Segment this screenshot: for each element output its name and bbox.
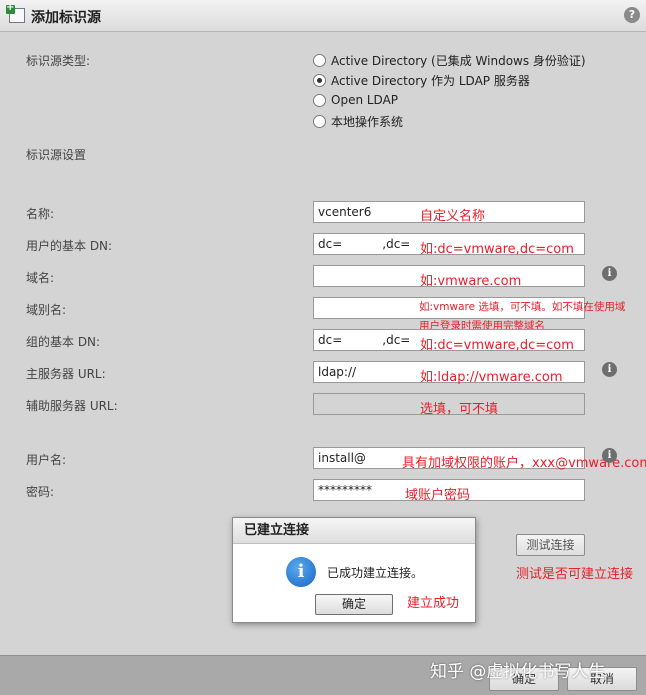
annotation-name: 自定义名称 [420, 209, 486, 224]
annotation-alias-line1: 如:vmware 选填，可不填。如不填在使用域 [419, 301, 626, 313]
redacted-block [318, 272, 384, 285]
watermark: 知乎 @虚拟化书写人生 [430, 662, 606, 682]
dialog-ok-button[interactable]: 确定 [315, 594, 393, 615]
radio-open-ldap[interactable]: Open LDAP [313, 92, 398, 108]
radio-label: Active Directory (已集成 Windows 身份验证) [331, 53, 586, 68]
radio-local-os[interactable]: 本地操作系统 [313, 113, 403, 129]
add-identity-source-icon [6, 2, 25, 23]
annotation-test: 测试是否可建立连接 [516, 567, 634, 582]
annotation-password: 域账户密码 [405, 488, 471, 503]
alias-label: 域别名: [26, 303, 67, 317]
redacted-block [356, 366, 411, 379]
annotation-primary-url: 如:ldap://vmware.com [420, 370, 563, 385]
radio-label: Open LDAP [331, 93, 399, 107]
info-icon: i [286, 557, 316, 587]
primary-url-prefix: ldap:// [318, 365, 357, 379]
redacted-block [342, 238, 383, 251]
redacted-block [365, 452, 406, 465]
source-type-label: 标识源类型: [26, 54, 91, 68]
radio-button-checked[interactable] [313, 73, 326, 87]
domain-info-icon[interactable]: i [602, 266, 617, 281]
source-settings-label: 标识源设置 [26, 148, 87, 162]
annotation-dialog: 建立成功 [407, 596, 460, 611]
base-dn-users-prefix: dc= [318, 237, 343, 251]
annotation-base-dn-groups: 如:dc=vmware,dc=com [420, 338, 574, 353]
name-value: vcenter6 [318, 205, 372, 219]
radio-label: Active Directory 作为 LDAP 服务器 [331, 73, 530, 88]
base-dn-groups-label: 组的基本 DN: [26, 335, 101, 349]
secondary-url-label: 辅助服务器 URL: [26, 399, 118, 413]
test-connection-button[interactable]: 测试连接 [516, 534, 585, 556]
annotation-domain: 如:vmware.com [420, 274, 522, 289]
base-dn-groups-prefix: dc= [318, 333, 343, 347]
primary-url-info-icon[interactable]: i [602, 362, 617, 377]
radio-button[interactable] [313, 114, 326, 128]
name-label: 名称: [26, 207, 55, 221]
annotation-secondary-url: 选填，可不填 [420, 402, 499, 417]
base-dn-users-mid: ,dc= [382, 237, 411, 251]
radio-button[interactable] [313, 53, 326, 67]
base-dn-users-label: 用户的基本 DN: [26, 239, 113, 253]
radio-label: 本地操作系统 [331, 114, 404, 129]
radio-button[interactable] [313, 93, 326, 107]
annotation-base-dn-users: 如:dc=vmware,dc=com [420, 242, 574, 257]
help-icon[interactable]: ? [624, 7, 640, 23]
window-titlebar: 添加标识源 ? [0, 0, 646, 32]
primary-url-label: 主服务器 URL: [26, 367, 106, 381]
window-title: 添加标识源 [31, 10, 101, 26]
redacted-block [342, 334, 383, 347]
password-value: ********* [318, 483, 372, 497]
dialog-title: 已建立连接 [233, 518, 475, 544]
domain-label: 域名: [26, 271, 55, 285]
username-label: 用户名: [26, 453, 67, 467]
radio-active-directory-windows[interactable]: Active Directory (已集成 Windows 身份验证) [313, 52, 586, 68]
username-info-icon[interactable]: i [602, 448, 617, 463]
radio-active-directory-ldap[interactable]: Active Directory 作为 LDAP 服务器 [313, 72, 530, 88]
password-label: 密码: [26, 485, 55, 499]
base-dn-groups-mid: ,dc= [382, 333, 411, 347]
redacted-block [318, 304, 384, 317]
dialog-message: 已成功建立连接。 [327, 566, 424, 580]
username-prefix: install@ [318, 451, 366, 465]
